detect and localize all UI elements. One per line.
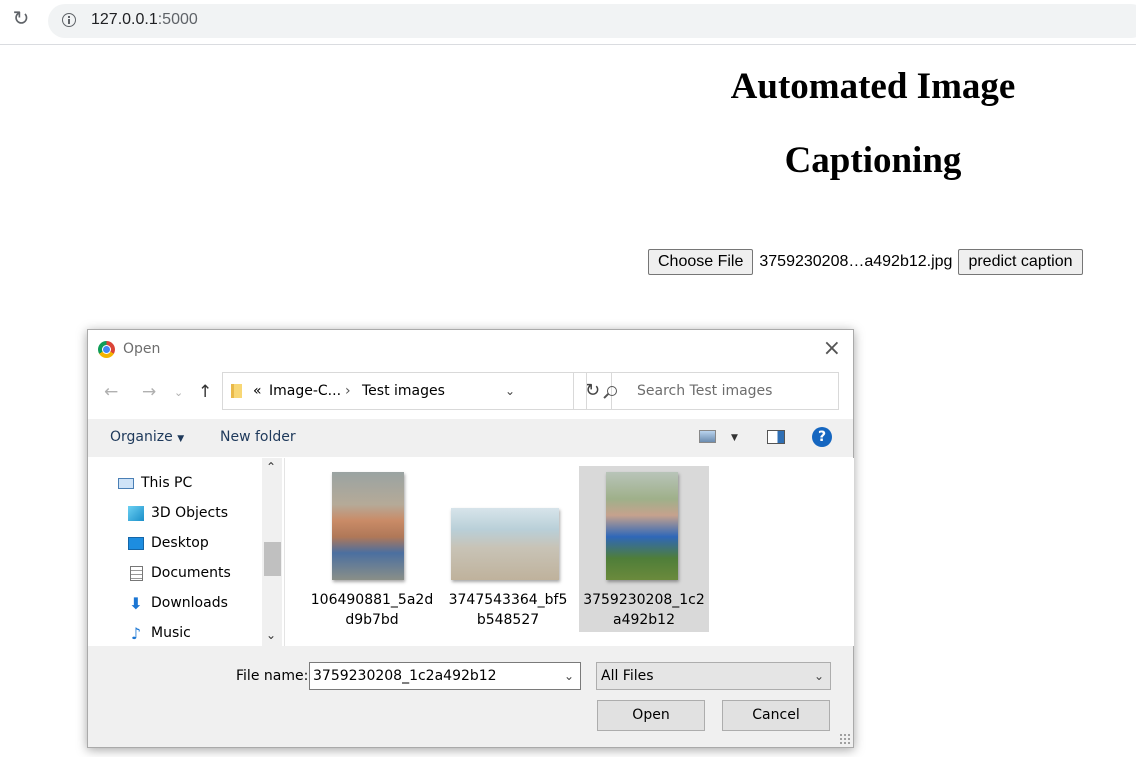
navigation-row: ← → ⌄ ↑ « Image-C... › Test images ⌄ ↻ S… xyxy=(88,372,853,412)
documents-icon xyxy=(130,565,143,581)
chrome-icon xyxy=(98,340,115,358)
file-name-line1: 3759230208_1c2 xyxy=(583,592,705,608)
sidebar-item-label: Documents xyxy=(151,565,231,581)
sidebar-item-label: Music xyxy=(151,625,191,641)
path-prefix: « xyxy=(253,383,262,399)
sidebar-item-downloads[interactable]: ⬇ Downloads xyxy=(128,592,228,614)
file-name-label: 106490881_5a2d d9b7bd xyxy=(307,590,437,630)
file-item-selected[interactable]: 3759230208_1c2 a492b12 xyxy=(579,466,709,632)
sidebar-item-documents[interactable]: Documents xyxy=(128,562,231,584)
file-name-line2: b548527 xyxy=(476,612,540,628)
photo-thumbnail xyxy=(451,508,559,580)
file-name-line2: d9b7bd xyxy=(345,612,399,628)
open-button[interactable]: Open xyxy=(597,700,705,731)
search-box[interactable]: Search Test images xyxy=(586,372,839,410)
reload-icon[interactable]: ↻ xyxy=(10,8,32,30)
file-item[interactable]: 106490881_5a2d d9b7bd xyxy=(307,466,437,632)
address-path[interactable]: « Image-C... › Test images ⌄ xyxy=(222,372,574,410)
back-arrow-icon[interactable]: ← xyxy=(104,382,118,402)
folder-icon xyxy=(231,384,242,398)
sidebar-item-label: This PC xyxy=(141,475,193,491)
sidebar-item-3d-objects[interactable]: 3D Objects xyxy=(128,502,228,524)
up-arrow-icon[interactable]: ↑ xyxy=(198,382,212,402)
file-name-input[interactable]: 3759230208_1c2a492b12 ⌄ xyxy=(309,662,581,690)
dialog-footer: File name: 3759230208_1c2a492b12 ⌄ All F… xyxy=(88,646,853,747)
predict-caption-button[interactable]: predict caption xyxy=(958,249,1083,275)
dialog-titlebar: Open xyxy=(98,339,160,359)
computer-icon xyxy=(118,477,134,489)
file-type-value: All Files xyxy=(601,668,654,684)
search-icon xyxy=(607,386,617,396)
file-name-input-value: 3759230208_1c2a492b12 xyxy=(313,668,497,684)
sidebar-item-label: Desktop xyxy=(151,535,209,551)
desktop-icon xyxy=(128,536,144,550)
download-icon: ⬇ xyxy=(129,593,143,613)
file-name-label: 3759230208_1c2 a492b12 xyxy=(579,590,709,630)
organize-label: Organize xyxy=(110,429,173,445)
file-list: 106490881_5a2d d9b7bd 3747543364_bf5 b5485… xyxy=(284,458,854,646)
navigation-pane: This PC 3D Objects Desktop Documents ⬇ D… xyxy=(88,458,284,646)
cube-icon xyxy=(128,505,144,521)
browser-toolbar: ↻ 127.0.0.1:5000 xyxy=(0,0,1136,45)
chevron-down-icon: ⌄ xyxy=(813,669,824,683)
cancel-button[interactable]: Cancel xyxy=(722,700,830,731)
resize-grip-icon[interactable] xyxy=(839,733,851,745)
scroll-up-icon[interactable]: ⌃ xyxy=(266,460,276,474)
file-name-line2: a492b12 xyxy=(612,612,675,628)
file-name-line1: 3747543364_bf5 xyxy=(448,592,568,608)
chevron-down-icon[interactable]: ⌄ xyxy=(564,663,574,689)
sidebar-item-label: 3D Objects xyxy=(151,505,229,521)
caret-down-icon: ▼ xyxy=(177,434,185,444)
breadcrumb-chevron-icon: › xyxy=(345,383,351,399)
title-line1: Automated Image xyxy=(730,66,1016,107)
preview-pane-icon[interactable] xyxy=(767,430,785,444)
music-icon: ♪ xyxy=(130,623,142,643)
file-name-label: 3747543364_bf5 b548527 xyxy=(443,590,573,630)
url-host: 127.0.0.1 xyxy=(91,11,158,28)
breadcrumb-parent[interactable]: Image-C... xyxy=(269,383,341,399)
change-view-icon[interactable] xyxy=(699,430,716,443)
path-dropdown-chevron-icon[interactable]: ⌄ xyxy=(505,384,515,398)
address-bar[interactable]: 127.0.0.1:5000 xyxy=(48,4,1136,38)
recent-locations-chevron-icon[interactable]: ⌄ xyxy=(174,386,183,399)
file-name-line1: 106490881_5a2d xyxy=(310,592,434,608)
file-item[interactable]: 3747543364_bf5 b548527 xyxy=(443,466,573,632)
chosen-file-name: 3759230208…a492b12.jpg xyxy=(759,253,953,270)
url-port: :5000 xyxy=(157,11,198,28)
upload-form: Choose File 3759230208…a492b12.jpg predi… xyxy=(648,249,1083,275)
photo-thumbnail xyxy=(606,472,678,580)
dialog-toolbar: Organize ▼ New folder ▼ ? xyxy=(88,419,853,457)
new-folder-button[interactable]: New folder xyxy=(220,429,296,445)
url-text: 127.0.0.1:5000 xyxy=(91,11,198,29)
scrollbar-thumb[interactable] xyxy=(264,542,281,576)
info-icon[interactable] xyxy=(62,13,76,27)
sidebar-item-desktop[interactable]: Desktop xyxy=(128,532,209,554)
sidebar-item-this-pc[interactable]: This PC xyxy=(118,472,192,494)
forward-arrow-icon[interactable]: → xyxy=(142,382,156,402)
breadcrumb-current[interactable]: Test images xyxy=(362,383,445,399)
navigation-scrollbar[interactable]: ⌃ ⌄ xyxy=(262,458,282,646)
help-icon[interactable]: ? xyxy=(812,427,832,447)
search-placeholder: Search Test images xyxy=(637,383,773,399)
file-type-select[interactable]: All Files ⌄ xyxy=(596,662,831,690)
organize-menu[interactable]: Organize ▼ xyxy=(110,429,184,445)
close-icon[interactable]: × xyxy=(823,336,841,361)
photo-thumbnail xyxy=(332,472,404,580)
scroll-down-icon[interactable]: ⌄ xyxy=(266,628,276,642)
file-name-field-label: File name: xyxy=(236,668,309,684)
dialog-title: Open xyxy=(123,341,161,357)
open-file-dialog: Open × ← → ⌄ ↑ « Image-C... › Test image… xyxy=(87,329,854,748)
view-options-caret-icon[interactable]: ▼ xyxy=(731,433,738,443)
page-title: Automated Image Captioning xyxy=(700,50,1046,198)
title-line2: Captioning xyxy=(784,140,962,181)
sidebar-item-label: Downloads xyxy=(151,595,228,611)
choose-file-button[interactable]: Choose File xyxy=(648,249,754,275)
sidebar-item-music[interactable]: ♪ Music xyxy=(128,622,191,644)
